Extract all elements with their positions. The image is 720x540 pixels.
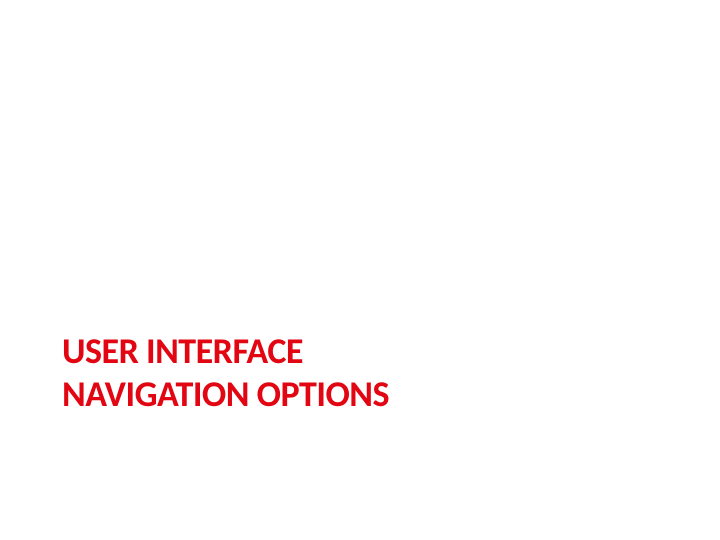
title-line-1: USER INTERFACE — [62, 330, 389, 373]
title-line-2: NAVIGATION OPTIONS — [62, 373, 389, 416]
slide-title: USER INTERFACE NAVIGATION OPTIONS — [62, 330, 389, 416]
